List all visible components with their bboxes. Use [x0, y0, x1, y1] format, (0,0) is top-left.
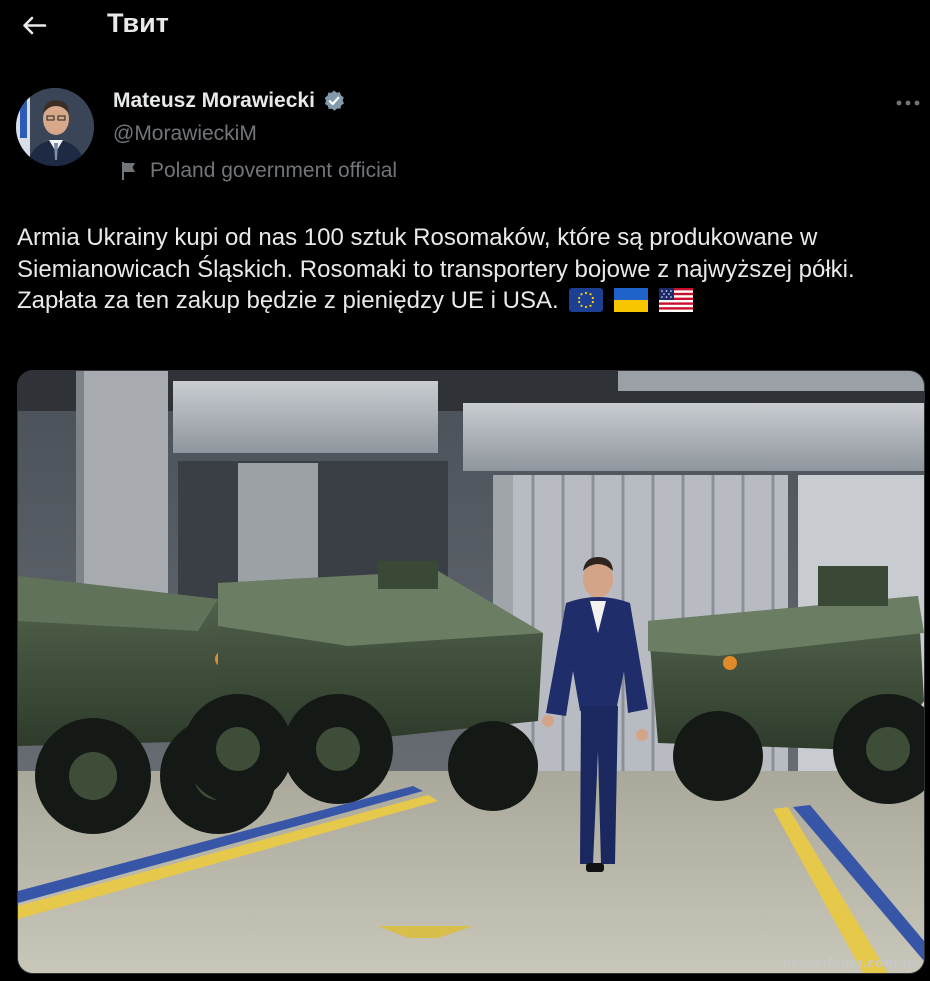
page-title: Твит: [107, 8, 169, 38]
verified-badge-icon: [324, 90, 344, 111]
tweet-line: Zapłata za ten zakup będzie z pieniędzy …: [17, 287, 559, 314]
affiliation-label: Poland government official: [120, 159, 397, 183]
author-name[interactable]: Mateusz Morawiecki: [113, 89, 315, 113]
back-button[interactable]: [18, 10, 50, 42]
us-flag-icon: [658, 288, 693, 312]
ukraine-flag-icon: [613, 288, 648, 312]
tweet-text: Armia Ukrainy kupi od nas 100 sztuk Roso…: [17, 222, 922, 317]
flag-icon: [122, 162, 135, 180]
author-row: Mateusz Morawiecki: [113, 89, 346, 113]
tweet-photo[interactable]: nevsedoma.com.ua: [17, 370, 925, 974]
tweet-paragraph: Armia Ukrainy kupi od nas 100 sztuk Roso…: [17, 224, 855, 283]
author-handle[interactable]: @MorawieckiM: [113, 122, 257, 146]
top-bar: Твит: [0, 0, 930, 52]
tweet-paragraph-2: Zapłata za ten zakup będzie z pieniędzy …: [17, 285, 922, 317]
more-options-icon[interactable]: [895, 96, 921, 110]
avatar[interactable]: [16, 88, 94, 166]
eu-flag-icon: [569, 288, 604, 312]
affiliation-text: Poland government official: [150, 159, 398, 182]
arrow-left-icon: [23, 16, 47, 35]
watermark: nevsedoma.com.ua: [781, 956, 920, 971]
